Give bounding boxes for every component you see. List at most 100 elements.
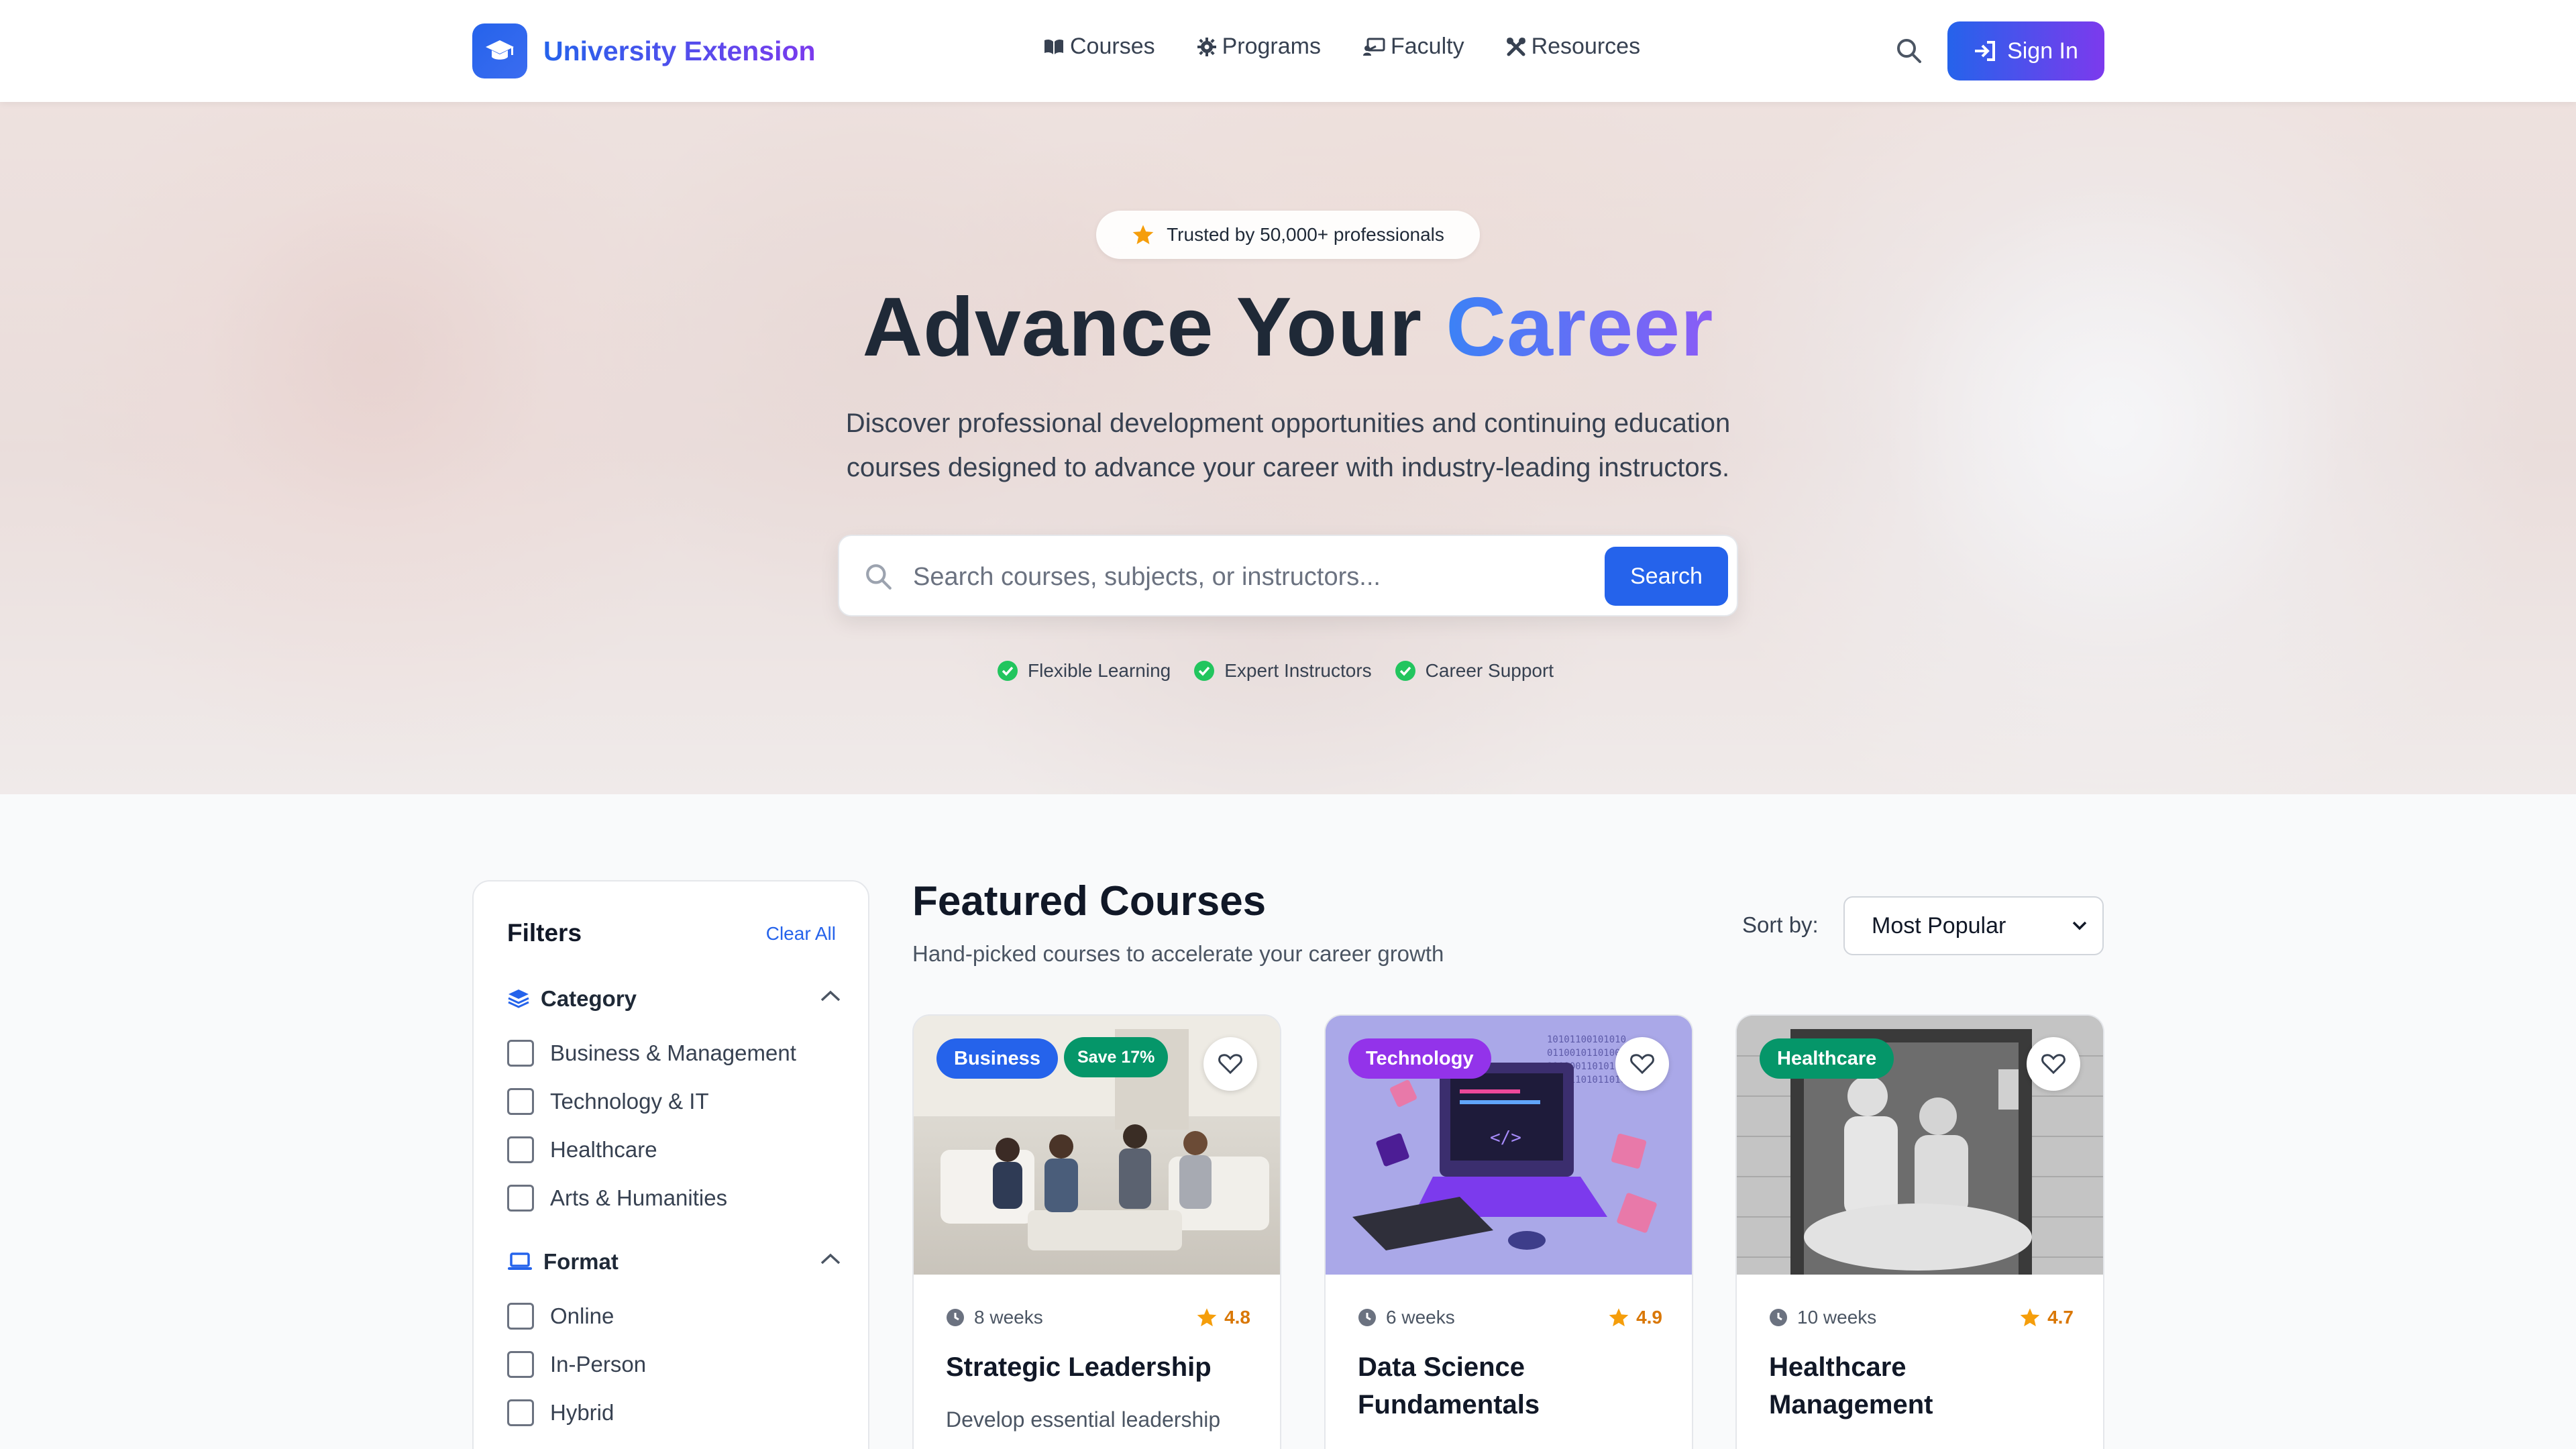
course-title[interactable]: Strategic Leadership [946,1348,1254,1386]
category-section-header[interactable]: Category [507,986,841,1012]
hero-search-button[interactable]: Search [1605,547,1728,606]
nav-courses-label: Courses [1070,34,1155,59]
course-description: Develop essential leadership [946,1407,1221,1432]
sign-in-button[interactable]: Sign In [1947,21,2104,80]
course-rating: 4.9 [1608,1307,1662,1328]
checkbox[interactable] [507,1399,534,1426]
clear-all-button[interactable]: Clear All [766,923,836,945]
heart-icon [1218,1054,1242,1075]
search-icon [866,564,892,590]
category-option[interactable]: Healthcare [507,1136,657,1163]
checkbox-label: Arts & Humanities [550,1185,728,1210]
book-open-icon [1044,39,1063,54]
checkbox-label: Healthcare [550,1137,657,1162]
nav-resources-label: Resources [1531,34,1641,59]
clock-icon [1358,1309,1376,1326]
rating-value: 4.7 [2047,1307,2074,1328]
hero-section: Trusted by 50,000+ professionals Advance… [0,102,2576,794]
category-label: Category [541,986,637,1011]
sort-select[interactable]: Most Popular [1843,896,2104,955]
hero-subtitle-line2: courses designed to advance your career … [846,453,1730,482]
feature-label: Career Support [1425,660,1554,681]
filters-panel: Filters Clear All Category Business & Ma… [472,880,869,1449]
feature-item: Flexible Learning [997,660,1171,682]
star-icon [1197,1308,1217,1327]
category-option[interactable]: Arts & Humanities [507,1185,727,1212]
hero-title-accent: Career [1446,281,1714,374]
format-option[interactable]: In-Person [507,1351,646,1378]
favorite-button[interactable] [2027,1037,2080,1091]
hero-search-input[interactable] [913,555,1584,599]
checkbox[interactable] [507,1185,534,1212]
favorite-button[interactable] [1615,1037,1669,1091]
checkbox[interactable] [507,1351,534,1378]
checkbox[interactable] [507,1088,534,1115]
chevron-up-icon[interactable] [820,989,841,1002]
course-meta: 6 weeks 4.9 [1358,1307,1662,1328]
feature-item: Career Support [1395,660,1554,682]
chevron-down-icon [2072,921,2087,930]
brand[interactable]: University Extension [472,23,816,78]
course-card[interactable]: Healthcare 10 weeks 4.7 Healthcare Manag… [1735,1014,2104,1449]
course-card[interactable]: Business Save 17% 8 weeks 4.8 Strategic … [912,1014,1281,1449]
checkbox[interactable] [507,1136,534,1163]
rating-value: 4.9 [1636,1307,1662,1328]
course-rating: 4.8 [1196,1307,1250,1328]
sort-label: Sort by: [1742,912,1819,937]
clock-icon [1770,1309,1787,1326]
sign-in-label: Sign In [2007,38,2078,64]
chevron-up-icon[interactable] [820,1252,841,1265]
nav-programs-label: Programs [1222,34,1321,59]
duration-text: 10 weeks [1797,1307,1877,1328]
format-option[interactable]: Hybrid [507,1399,614,1426]
nav-resources[interactable]: Resources [1506,34,1641,60]
heart-icon [1630,1054,1654,1075]
star-icon [1132,225,1154,245]
course-meta: 10 weeks 4.7 [1769,1307,2074,1328]
sort-select-value: Most Popular [1872,912,2006,938]
hero-subtitle: Discover professional development opport… [778,401,1798,490]
category-tag: Healthcare [1760,1038,1894,1079]
check-circle-icon [998,661,1018,681]
section-title: Featured Courses [912,878,1267,924]
course-duration: 8 weeks [946,1307,1043,1328]
hero-title-main: Advance Your [862,281,1422,374]
tools-icon [1506,37,1525,56]
check-circle-icon [1194,661,1215,681]
clock-icon [947,1309,964,1326]
nav-faculty-label: Faculty [1390,34,1464,59]
nav-programs[interactable]: Programs [1197,34,1321,60]
format-option[interactable]: Online [507,1303,614,1330]
category-tag: Technology [1348,1038,1491,1079]
star-icon [2020,1308,2040,1327]
checkbox-label: Business & Management [550,1040,796,1065]
format-label: Format [543,1249,619,1274]
feature-label: Expert Instructors [1224,660,1372,681]
checkbox-label: In-Person [550,1352,647,1377]
brand-name: University Extension [543,35,816,66]
feature-item: Expert Instructors [1193,660,1372,682]
star-icon [1609,1308,1629,1327]
course-title[interactable]: Healthcare Management [1769,1348,2078,1424]
sign-in-icon [1975,41,1996,61]
favorite-button[interactable] [1203,1037,1257,1091]
filters-title: Filters [507,919,582,947]
category-option[interactable]: Technology & IT [507,1088,709,1115]
hero-features: Flexible Learning Expert Instructors Car… [997,660,1554,682]
hero-search-bar: Search [838,535,1738,616]
checkbox-label: Hybrid [550,1400,614,1425]
format-section-header[interactable]: Format [507,1249,841,1275]
nav-faculty[interactable]: Faculty [1362,34,1464,60]
checkbox[interactable] [507,1303,534,1330]
top-navbar: University Extension Courses Programs Fa… [0,0,2576,102]
heart-icon [2041,1054,2065,1075]
search-icon[interactable] [1896,38,1923,64]
category-tag: Business [936,1038,1058,1079]
checkbox-label: Technology & IT [550,1089,709,1114]
layers-icon [508,989,529,1008]
course-title[interactable]: Data Science Fundamentals [1358,1348,1666,1424]
nav-courses[interactable]: Courses [1043,34,1155,60]
category-option[interactable]: Business & Management [507,1040,796,1067]
course-card[interactable]: 10101100101010 01100101101001 1101001101… [1324,1014,1693,1449]
checkbox[interactable] [507,1040,534,1067]
